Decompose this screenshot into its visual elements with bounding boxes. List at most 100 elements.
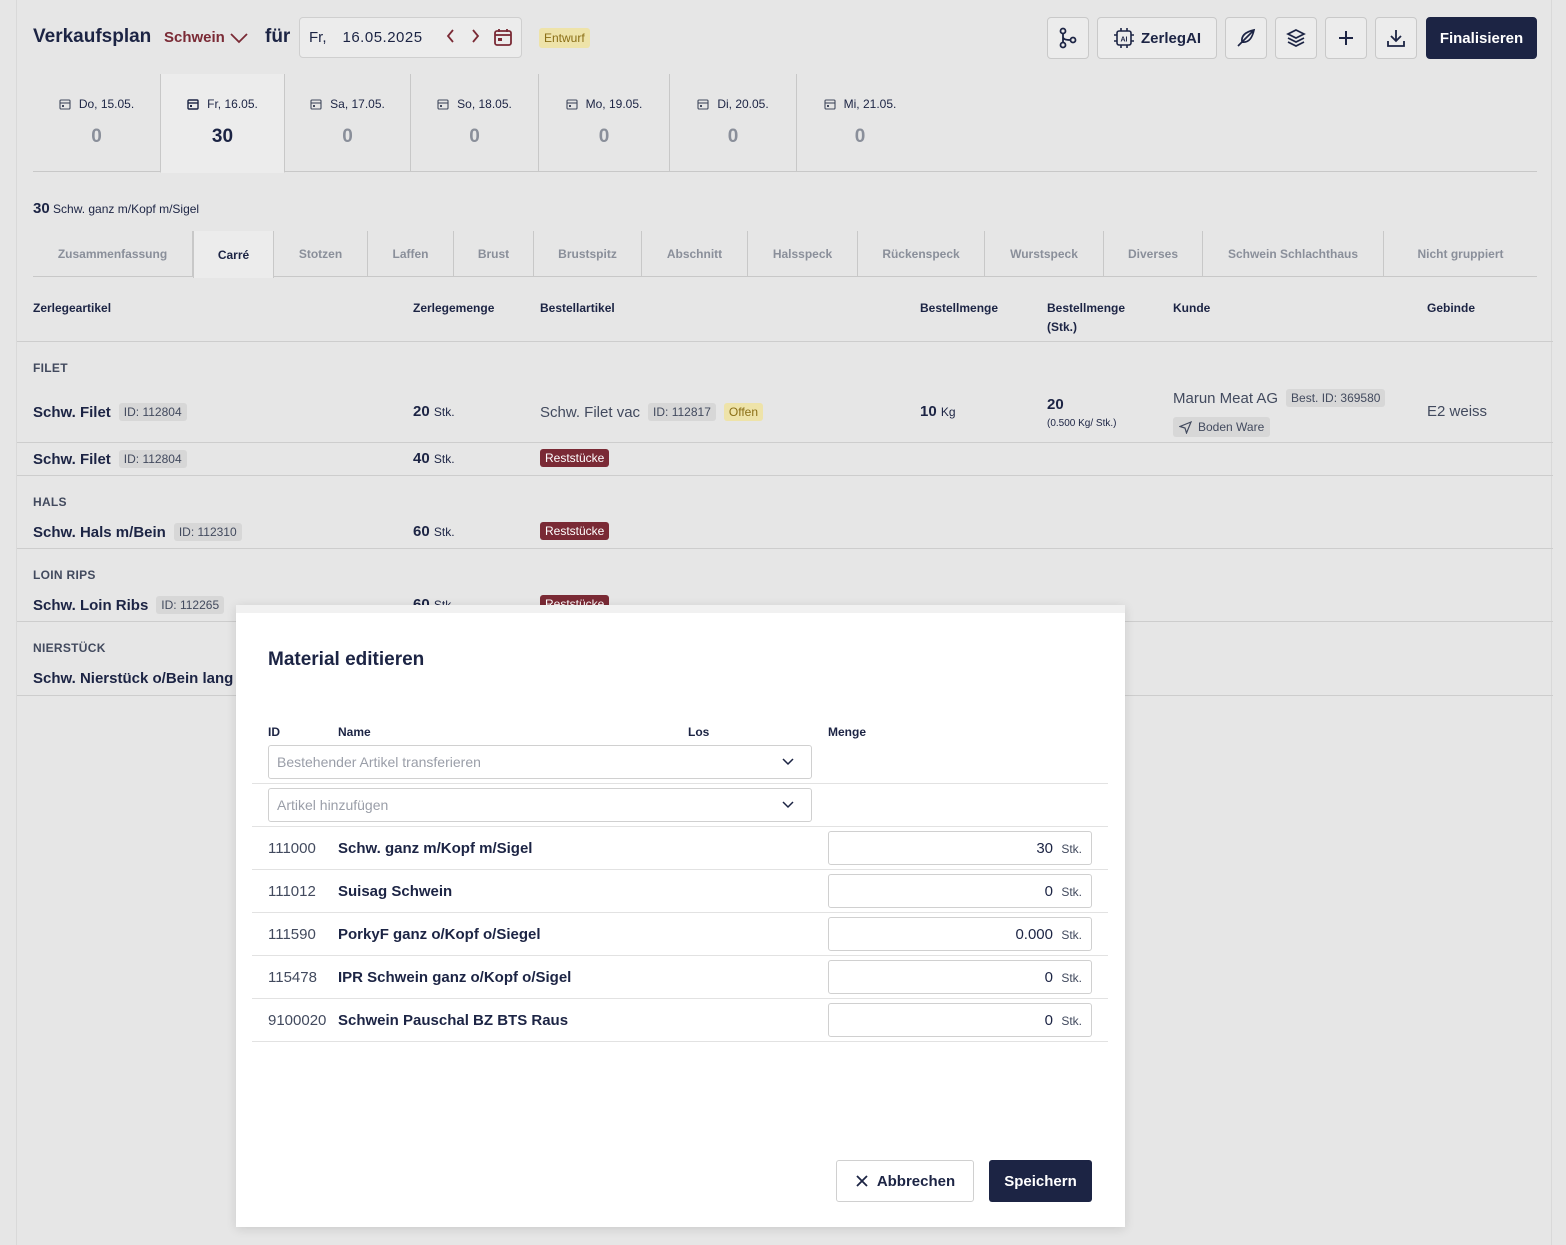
dialog-title: Material editieren <box>268 649 425 670</box>
tab-zusammenfassung[interactable]: Zusammenfassung <box>33 231 193 277</box>
day-count: 0 <box>342 126 353 147</box>
col-header-id: ID <box>268 725 280 739</box>
day-label: Do, 15.05. <box>78 97 135 111</box>
order-article[interactable]: Schw. Filet vac ID: 112817 Offen <box>540 403 764 421</box>
quantity-input[interactable]: 30 Stk. <box>828 831 1092 865</box>
col-header-zerlegemenge[interactable]: Zerlegemenge <box>413 299 494 318</box>
table-row-article[interactable]: Schw. Filet ID: 112804 <box>33 403 187 421</box>
branch-button[interactable] <box>1047 17 1089 59</box>
item-name: PorkyF ganz o/Kopf o/Siegel <box>338 926 541 943</box>
tab-stotzen[interactable]: Stotzen <box>274 231 368 277</box>
item-id: 111000 <box>268 840 316 857</box>
divider <box>252 869 1108 870</box>
calendar-icon <box>566 99 578 110</box>
add-article-select[interactable]: Artikel hinzufügen <box>268 788 812 822</box>
day-tab[interactable]: So, 18.05. 0 <box>411 74 539 172</box>
order-quantity: 10 Kg <box>920 403 956 420</box>
item-name: Suisag Schwein <box>338 883 453 900</box>
col-header-kunde[interactable]: Kunde <box>1173 299 1210 318</box>
tab-carre[interactable]: Carré <box>193 231 274 278</box>
cancel-button[interactable]: Abbrechen <box>836 1160 974 1202</box>
transfer-article-select[interactable]: Bestehender Artikel transferieren <box>268 745 812 779</box>
layers-button[interactable] <box>1275 17 1317 59</box>
summary-count: 30 <box>33 200 50 217</box>
col-header-bestellartikel[interactable]: Bestellartikel <box>540 299 615 318</box>
tab-laffen[interactable]: Laffen <box>368 231 454 277</box>
article-id: ID: 112804 <box>118 403 187 421</box>
day-tab[interactable]: Di, 20.05. 0 <box>670 74 797 172</box>
day-tabs: Do, 15.05. 0 Fr, 16.05. 30 Sa, 17.05. 0 … <box>33 74 1537 173</box>
day-count: 0 <box>727 126 739 147</box>
date-value: 16.05.2025 <box>342 29 423 46</box>
tab-nicht-gruppiert[interactable]: Nicht gruppiert <box>1384 231 1537 277</box>
item-name: Schwein Pauschal BZ BTS Raus <box>338 1012 569 1029</box>
article-name: Schw. Filet <box>33 404 111 421</box>
tab-rueckenspeck[interactable]: Rückenspeck <box>858 231 985 277</box>
quantity-input[interactable]: 0 Stk. <box>828 1003 1092 1037</box>
add-placeholder: Artikel hinzufügen <box>277 797 389 813</box>
ai-chip-icon: AI <box>1113 28 1134 48</box>
calendar-icon <box>59 99 71 110</box>
cut-quantity: 20 Stk. <box>413 403 455 420</box>
col-header-menge: Menge <box>828 725 867 739</box>
status-badge: Entwurf <box>539 28 590 48</box>
tab-diverses[interactable]: Diverses <box>1104 231 1203 277</box>
customer[interactable]: Marun Meat AG Best. ID: 369580 <box>1173 389 1386 407</box>
quantity-input[interactable]: 0 Stk. <box>828 874 1092 908</box>
col-header-gebinde[interactable]: Gebinde <box>1427 299 1475 318</box>
tab-wurstspeck[interactable]: Wurstspeck <box>985 231 1104 277</box>
col-header-zerlegeartikel[interactable]: Zerlegeartikel <box>33 299 111 318</box>
date-picker[interactable]: Fr, 16.05.2025 <box>299 17 522 58</box>
calendar-icon <box>310 99 322 110</box>
download-icon <box>1387 30 1405 47</box>
day-tab[interactable]: Do, 15.05. 0 <box>33 74 161 172</box>
quantity-input[interactable]: 0 Stk. <box>828 960 1092 994</box>
divider <box>252 826 1108 827</box>
day-tab[interactable]: Mo, 19.05. 0 <box>539 74 670 172</box>
divider <box>252 912 1108 913</box>
quantity-input[interactable]: 0.000 Stk. <box>828 917 1092 951</box>
item-id: 111012 <box>268 883 316 900</box>
day-label: Di, 20.05. <box>717 97 769 111</box>
tab-abschnitt[interactable]: Abschnitt <box>642 231 748 277</box>
divider <box>17 475 1553 476</box>
feather-button[interactable] <box>1225 17 1267 59</box>
next-date-icon[interactable] <box>466 28 484 48</box>
add-button[interactable] <box>1325 17 1367 59</box>
calendar-icon[interactable] <box>492 27 514 47</box>
tab-brust[interactable]: Brust <box>454 231 534 277</box>
download-button[interactable] <box>1375 17 1417 59</box>
table-row-article[interactable]: Schw. Nierstück o/Bein langID <box>33 669 264 687</box>
table-row-article[interactable]: Schw. Hals m/Bein ID: 112310 <box>33 523 242 541</box>
save-button[interactable]: Speichern <box>989 1160 1092 1202</box>
material-edit-dialog: Material editieren ID Name Los Menge Bes… <box>236 605 1125 1227</box>
for-label: für <box>265 26 291 47</box>
table-row-article[interactable]: Schw. Filet ID: 112804 <box>33 450 187 468</box>
divider <box>252 1041 1108 1042</box>
day-tab-active[interactable]: Fr, 16.05. 30 <box>160 74 285 173</box>
finalize-button[interactable]: Finalisieren <box>1426 17 1537 59</box>
zerlegai-label: ZerlegAI <box>1140 29 1201 47</box>
day-tab[interactable]: Sa, 17.05. 0 <box>285 74 411 172</box>
tab-brustspitz[interactable]: Brustspitz <box>534 231 642 277</box>
article-id: ID: 112265 <box>156 596 225 614</box>
item-id: 115478 <box>268 969 317 986</box>
table-row-article[interactable]: Schw. Loin Ribs ID: 112265 <box>33 596 225 614</box>
col-header-line: Bestellmenge <box>1047 301 1126 315</box>
day-label: Mo, 19.05. <box>585 97 643 111</box>
tab-schwein-schlachthaus[interactable]: Schwein Schlachthaus <box>1203 231 1384 277</box>
col-header-bestellmenge-stk[interactable]: Bestellmenge (Stk.) <box>1047 299 1125 337</box>
tab-halsspeck[interactable]: Halsspeck <box>748 231 858 277</box>
container: E2 weiss <box>1427 403 1488 420</box>
day-tab[interactable]: Mi, 21.05. 0 <box>797 74 923 172</box>
zerlegai-button[interactable]: AI ZerlegAI <box>1097 17 1217 59</box>
cut-quantity: 40 Stk. <box>413 450 455 467</box>
species-dropdown[interactable]: Schwein <box>164 29 249 46</box>
col-header-bestellmenge[interactable]: Bestellmenge <box>920 299 998 318</box>
order-article-name: Schw. Filet vac <box>540 404 641 421</box>
prev-date-icon[interactable] <box>442 28 460 48</box>
summary-text: Schw. ganz m/Kopf m/Sigel <box>53 202 200 216</box>
page-title: Verkaufsplan <box>33 26 152 47</box>
group-label-filet: FILET <box>33 361 68 375</box>
article-id: ID: 112310 <box>173 523 242 541</box>
